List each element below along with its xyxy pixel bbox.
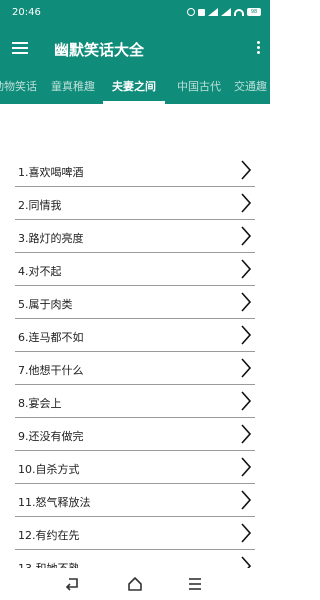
back-icon[interactable] — [64, 575, 82, 593]
system-nav-bar — [0, 568, 270, 600]
battery-icon: 98 — [247, 8, 261, 16]
tab-indicator — [103, 101, 165, 104]
chevron-right-icon — [241, 490, 252, 510]
alarm-icon — [187, 8, 195, 16]
more-vertical-icon[interactable] — [254, 41, 262, 55]
tab-animal-jokes[interactable]: 动物笑话 — [0, 68, 44, 104]
mute-icon — [198, 8, 205, 16]
list-item[interactable]: 1.喜欢喝啤酒 — [0, 154, 270, 187]
status-icons: 98 — [187, 8, 261, 16]
tab-traffic[interactable]: 交通趣 — [234, 68, 270, 104]
list-item-label: 5.属于肉类 — [18, 298, 73, 311]
list-item[interactable]: 11.怒气释放法 — [0, 484, 270, 517]
chevron-right-icon — [241, 292, 252, 312]
list-item-label: 4.对不起 — [18, 265, 62, 278]
recents-menu-icon[interactable] — [186, 575, 204, 593]
status-time: 20:46 — [12, 7, 41, 18]
chevron-right-icon — [241, 259, 252, 279]
list-item-label: 8.宴会上 — [18, 397, 62, 410]
chevron-right-icon — [241, 358, 252, 378]
chevron-right-icon — [241, 193, 252, 213]
list-item-label: 11.怒气释放法 — [18, 496, 91, 509]
chevron-right-icon — [241, 160, 252, 180]
tab-bar: 动物笑话 童真稚趣 夫妻之间 中国古代 交通趣 — [0, 68, 270, 104]
status-bar: 20:46 98 — [0, 0, 270, 28]
list-item[interactable]: 4.对不起 — [0, 253, 270, 286]
list-item[interactable]: 8.宴会上 — [0, 385, 270, 418]
home-icon[interactable] — [126, 575, 144, 593]
list-item-label: 1.喜欢喝啤酒 — [18, 166, 84, 179]
list-item[interactable]: 9.还没有做完 — [0, 418, 270, 451]
list-item-label: 6.连马都不如 — [18, 331, 84, 344]
chevron-right-icon — [241, 391, 252, 411]
chevron-right-icon — [241, 226, 252, 246]
list-item-label: 9.还没有做完 — [18, 430, 84, 443]
chevron-right-icon — [241, 523, 252, 543]
list-item-label: 12.有约在先 — [18, 529, 80, 542]
tab-ancient-china[interactable]: 中国古代 — [170, 68, 228, 104]
list-item-label: 3.路灯的亮度 — [18, 232, 84, 245]
list-item-label: 2.同情我 — [18, 199, 62, 212]
hamburger-menu-icon[interactable] — [12, 40, 30, 56]
app-bar: 幽默笑话大全 — [0, 28, 270, 68]
chevron-right-icon — [241, 325, 252, 345]
chevron-right-icon — [241, 424, 252, 444]
app-title: 幽默笑话大全 — [54, 41, 145, 59]
list-item[interactable]: 10.自杀方式 — [0, 451, 270, 484]
list-item[interactable]: 2.同情我 — [0, 187, 270, 220]
list-item-label: 10.自杀方式 — [18, 463, 80, 476]
list-item[interactable]: 6.连马都不如 — [0, 319, 270, 352]
list-item-label: 7.他想干什么 — [18, 364, 84, 377]
list-item[interactable]: 7.他想干什么 — [0, 352, 270, 385]
list-item[interactable]: 3.路灯的亮度 — [0, 220, 270, 253]
tab-couples[interactable]: 夫妻之间 — [104, 68, 164, 104]
joke-list: 1.喜欢喝啤酒 2.同情我 3.路灯的亮度 4.对不起 5.属于肉类 6.连马都不如 7.他… — [0, 154, 270, 583]
wifi-icon — [234, 8, 244, 16]
signal-2-icon — [221, 8, 231, 16]
list-item[interactable]: 12.有约在先 — [0, 517, 270, 550]
tab-childlike[interactable]: 童真稚趣 — [45, 68, 101, 104]
list-item[interactable]: 5.属于肉类 — [0, 286, 270, 319]
chevron-right-icon — [241, 457, 252, 477]
signal-icon — [208, 8, 218, 16]
